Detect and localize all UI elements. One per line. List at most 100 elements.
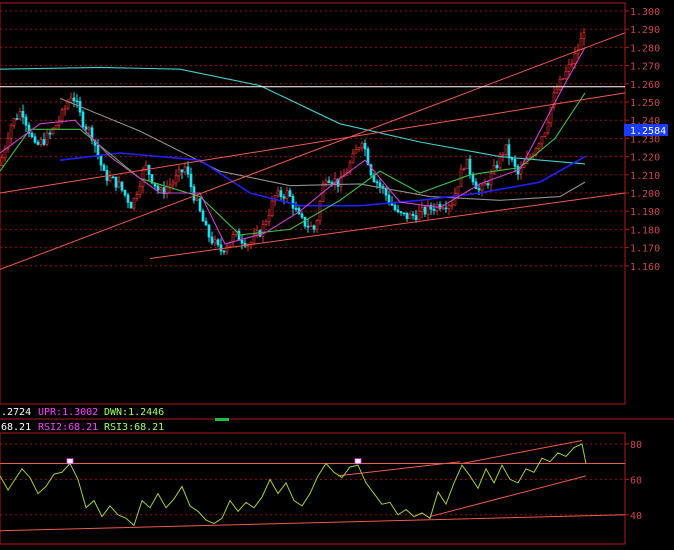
- candles-group: [0, 28, 586, 256]
- candle-up-body: [558, 78, 562, 90]
- candle-down-body: [201, 210, 205, 222]
- price-tick-label: 1.170: [630, 244, 660, 255]
- candle-up-body: [231, 234, 235, 243]
- candle-down-body: [15, 118, 19, 120]
- price-tick-label: 1.190: [630, 207, 660, 218]
- candle-down-body: [432, 208, 436, 211]
- candle-down-body: [75, 100, 79, 103]
- price-tick-label: 1.210: [630, 171, 660, 182]
- candle-down-body: [219, 244, 223, 252]
- candle-up-body: [492, 165, 496, 174]
- candle-up-body: [426, 204, 430, 215]
- rsi-trendline: [0, 514, 626, 532]
- rsi-tick-label: 80: [630, 440, 642, 451]
- candle-up-body: [450, 204, 454, 207]
- candle-down-body: [399, 211, 403, 214]
- candle-up-body: [45, 132, 49, 145]
- candle-down-body: [216, 239, 220, 246]
- candle-up-body: [0, 157, 4, 167]
- candle-up-body: [87, 127, 91, 130]
- candle-up-body: [441, 207, 445, 210]
- candle-up-body: [537, 143, 541, 149]
- candle-down-body: [402, 212, 406, 215]
- candle-down-body: [375, 181, 379, 184]
- price-tick-label: 1.260: [630, 80, 660, 91]
- candle-up-body: [183, 166, 187, 173]
- candle-down-body: [468, 158, 472, 175]
- price-tick-label: 1.250: [630, 98, 660, 109]
- candle-up-body: [309, 225, 313, 228]
- panel-divider-mark: [215, 418, 229, 421]
- candle-down-body: [123, 189, 127, 196]
- candle-down-body: [363, 142, 367, 150]
- rsi-trendline: [429, 475, 587, 518]
- candle-down-body: [444, 207, 448, 210]
- price-panel: 1.3001.2901.2801.2701.2601.2501.2401.230…: [0, 2, 674, 421]
- candle-down-body: [222, 250, 226, 253]
- candle-up-body: [69, 97, 73, 103]
- candle-down-body: [48, 132, 52, 135]
- candle-down-body: [387, 194, 391, 203]
- candle-down-body: [294, 207, 298, 210]
- candle-up-body: [564, 71, 568, 79]
- candle-down-body: [396, 209, 400, 213]
- candle-down-body: [36, 141, 40, 145]
- candle-up-body: [360, 142, 364, 149]
- candle-down-body: [81, 111, 85, 128]
- candle-up-body: [9, 124, 13, 139]
- candle-down-body: [282, 196, 286, 199]
- candle-up-body: [456, 186, 460, 194]
- rsi-panel: 80 60 40: [0, 432, 642, 545]
- candle-down-body: [21, 111, 25, 118]
- candle-down-body: [378, 182, 382, 187]
- candle-up-body: [135, 194, 139, 199]
- candle-up-body: [138, 186, 142, 195]
- candle-down-body: [156, 185, 160, 191]
- candle-down-body: [495, 165, 499, 169]
- price-panel-frame: [0, 2, 626, 405]
- candle-down-body: [186, 166, 190, 175]
- indicator-dwn-label: DWN:1.2446: [104, 407, 164, 418]
- candle-up-body: [354, 149, 358, 154]
- candle-up-body: [171, 182, 175, 186]
- price-trendline: [0, 32, 626, 270]
- candle-up-body: [567, 63, 571, 72]
- candle-up-body: [108, 176, 112, 181]
- candle-up-body: [447, 204, 451, 209]
- candle-down-body: [405, 212, 409, 219]
- candle-up-body: [561, 78, 565, 80]
- moving-average-line: [0, 66, 586, 165]
- candle-down-body: [189, 173, 193, 188]
- candle-down-body: [384, 187, 388, 196]
- candle-up-body: [540, 136, 544, 145]
- candle-up-body: [480, 184, 484, 191]
- candle-up-body: [573, 53, 577, 64]
- candle-up-body: [39, 139, 43, 145]
- candle-up-body: [261, 224, 265, 237]
- candle-up-body: [264, 221, 268, 225]
- candle-up-body: [276, 190, 280, 197]
- candle-up-body: [465, 158, 469, 170]
- rsi-labels: 68.21 RSI2:68.21 RSI3:68.21: [1, 422, 164, 433]
- candle-up-body: [63, 107, 67, 111]
- candle-up-body: [60, 109, 64, 122]
- candle-up-body: [555, 88, 559, 94]
- candle-up-body: [483, 183, 487, 186]
- price-tick-label: 1.280: [630, 43, 660, 54]
- candle-down-body: [120, 181, 124, 191]
- current-price-tag: 1.2584: [624, 124, 668, 137]
- candle-down-body: [486, 183, 490, 186]
- candle-down-body: [288, 190, 292, 197]
- candle-down-body: [291, 195, 295, 209]
- rsi-marker: [354, 458, 362, 465]
- price-tick-label: 1.290: [630, 25, 660, 36]
- candle-up-body: [270, 200, 274, 216]
- candle-up-body: [225, 245, 229, 252]
- candle-down-body: [111, 176, 115, 179]
- candle-up-body: [66, 101, 70, 109]
- candle-up-body: [54, 124, 58, 129]
- candle-down-body: [393, 204, 397, 211]
- candle-up-body: [315, 220, 319, 230]
- candle-up-body: [12, 118, 16, 126]
- rsi-tick-label: 40: [630, 511, 642, 522]
